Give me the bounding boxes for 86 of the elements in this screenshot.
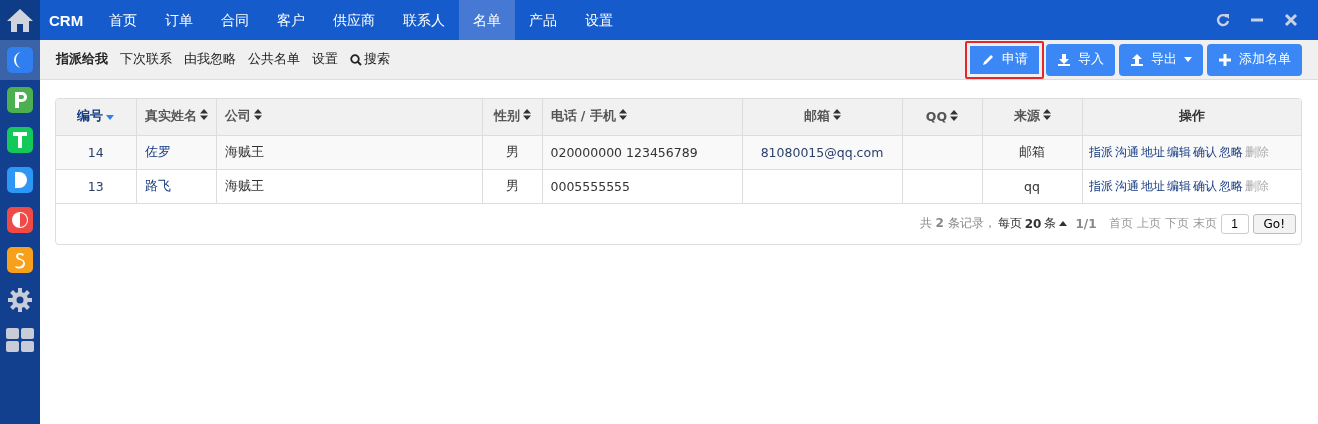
row-action-link[interactable]: 忽略 (1218, 144, 1243, 159)
action-button[interactable]: 添加名单 (1207, 43, 1302, 76)
row-action-link[interactable]: 忽略 (1218, 178, 1243, 193)
settings-icon (7, 287, 33, 313)
sort-icon (1042, 109, 1051, 121)
filter-link[interactable]: 公共名单 (248, 51, 300, 68)
record-count: 共 2 条记录， (919, 215, 996, 232)
table-cell: 020000000 123456789 (542, 135, 742, 169)
row-action-link[interactable]: 确认 (1192, 178, 1217, 193)
row-action-link[interactable]: 确认 (1192, 144, 1217, 159)
upload-icon (1130, 52, 1144, 67)
caret-icon (1184, 57, 1192, 62)
row-action-link[interactable]: 编辑 (1166, 144, 1191, 159)
column-header[interactable]: 编号 (56, 99, 136, 135)
table-cell: 13 (56, 169, 136, 203)
table-cell: 男 (482, 169, 542, 203)
name-link[interactable]: 路飞 (136, 169, 216, 203)
menu-tab[interactable]: 名单 (459, 0, 516, 40)
menu-tab[interactable]: 合同 (207, 0, 264, 40)
app-icon (7, 47, 33, 73)
menu-tab[interactable]: 订单 (151, 0, 208, 40)
brand-name: CRM (48, 11, 85, 29)
column-header[interactable]: 性别 (482, 99, 542, 135)
refresh-icon[interactable] (1216, 13, 1230, 27)
sort-icon (199, 109, 208, 121)
menu-tab[interactable]: 联系人 (389, 0, 460, 40)
column-header[interactable]: 邮箱 (742, 99, 902, 135)
app-icon (7, 87, 33, 113)
table-cell: qq (982, 169, 1082, 203)
table-cell: 81080015@qq.com (742, 135, 902, 169)
action-button[interactable]: 导入 (1046, 43, 1115, 76)
column-header[interactable]: 公司 (216, 99, 482, 135)
column-header[interactable]: 来源 (982, 99, 1082, 135)
menu-tab[interactable]: 供应商 (319, 0, 390, 40)
filter-link[interactable]: 设置 (312, 51, 338, 68)
caret-icon (1059, 221, 1068, 226)
row-action-link[interactable]: 地址 (1140, 144, 1165, 159)
sort-icon (253, 109, 262, 121)
sort-icon (832, 109, 841, 121)
home-icon (6, 7, 34, 33)
action-button[interactable]: 申请 (965, 40, 1044, 79)
menu-tab[interactable]: 产品 (515, 0, 572, 40)
plus-icon (1218, 52, 1232, 67)
action-button[interactable]: 导出 (1119, 43, 1203, 76)
table-cell: 邮箱 (982, 135, 1082, 169)
page-size-selector[interactable]: 每页 20 条 (997, 215, 1068, 232)
column-header[interactable]: QQ (902, 99, 982, 135)
table-cell: 男 (482, 135, 542, 169)
sort-descending-icon (106, 115, 115, 121)
page-input[interactable]: 1 (1220, 213, 1249, 234)
app-icon (7, 167, 33, 193)
row-action-link[interactable]: 沟通 (1114, 144, 1139, 159)
table-cell: 14 (56, 135, 136, 169)
table-cell: 海贼王 (216, 169, 482, 203)
filter-link[interactable]: 下次联系 (120, 51, 172, 68)
table-cell: 海贼王 (216, 135, 482, 169)
go-button[interactable]: Go! (1252, 213, 1296, 234)
menu-tab[interactable]: 客户 (263, 0, 320, 40)
column-header[interactable]: 真实姓名 (136, 99, 216, 135)
page-count: 1/1 (1075, 216, 1097, 231)
row-action-link[interactable]: 编辑 (1166, 178, 1191, 193)
close-icon[interactable] (1284, 13, 1298, 27)
menu-tab[interactable]: 设置 (571, 0, 628, 40)
table-cell: 0005555555 (542, 169, 742, 203)
search-icon (350, 53, 362, 66)
menu-tab[interactable]: 首页 (95, 0, 152, 40)
pencil-icon (981, 52, 995, 67)
row-action-link[interactable]: 指派 (1088, 144, 1113, 159)
row-action-link[interactable]: 沟通 (1114, 178, 1139, 193)
row-action-link[interactable]: 地址 (1140, 178, 1165, 193)
app-icon (7, 247, 33, 273)
search-link[interactable]: 搜索 (350, 51, 390, 68)
column-header[interactable]: 电话 / 手机 (542, 99, 742, 135)
grid-icon (6, 328, 34, 352)
download-icon (1057, 52, 1071, 67)
sort-icon (522, 109, 531, 121)
filter-link[interactable]: 由我忽略 (184, 51, 236, 68)
filter-link[interactable]: 指派给我 (56, 51, 108, 68)
app-icon (7, 127, 33, 153)
column-header: 操作 (1082, 99, 1301, 135)
home-button[interactable] (0, 0, 40, 40)
sort-icon (618, 109, 627, 121)
row-action-link[interactable]: 指派 (1088, 178, 1113, 193)
app-icon (7, 207, 33, 233)
name-link[interactable]: 佐罗 (136, 135, 216, 169)
sort-icon (950, 110, 959, 122)
